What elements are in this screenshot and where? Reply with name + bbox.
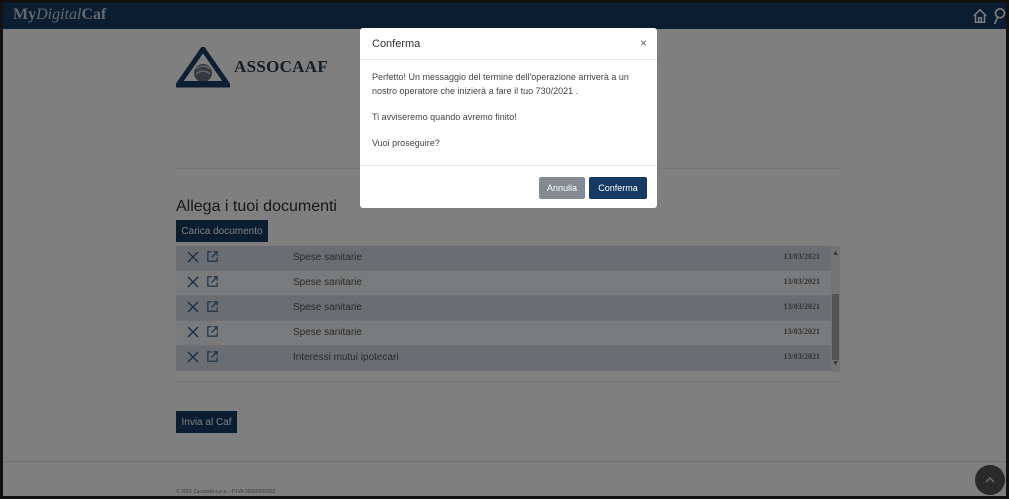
app-window: MyDigitalCaf ASSOCAAF Allega i tuoi docu… xyxy=(0,0,1009,499)
dialog-body: Perfetto! Un messaggio del termine dell'… xyxy=(372,70,647,162)
cancel-button[interactable]: Annulla xyxy=(539,177,585,199)
confirm-button[interactable]: Conferma xyxy=(589,177,647,199)
close-icon[interactable]: × xyxy=(640,36,647,50)
dialog-message: Ti avviseremo quando avremo finito! xyxy=(372,112,517,122)
dialog-header: Conferma × xyxy=(360,28,657,60)
dialog-message: Perfetto! Un messaggio del termine dell'… xyxy=(372,72,629,96)
confirm-dialog: Conferma × Perfetto! Un messaggio del te… xyxy=(360,28,657,208)
dialog-question: Vuoi proseguire? xyxy=(372,138,440,148)
dialog-title: Conferma xyxy=(372,38,421,50)
dialog-footer: Annulla Conferma xyxy=(360,165,657,208)
